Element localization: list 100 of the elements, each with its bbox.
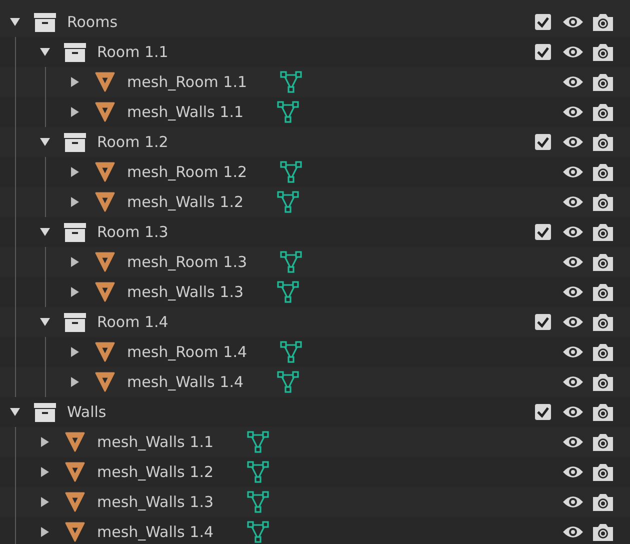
checkbox[interactable] [535,44,551,60]
collapse-arrow-icon[interactable] [40,47,50,57]
item-name[interactable]: mesh_Room 1.1 [127,73,247,91]
expand-arrow-icon[interactable] [70,257,80,267]
camera-icon[interactable] [593,463,613,481]
expand-arrow-icon[interactable] [70,167,80,177]
item-name[interactable]: mesh_Walls 1.4 [97,523,214,541]
item-name[interactable]: mesh_Walls 1.1 [97,433,214,451]
expand-arrow-icon[interactable] [40,497,50,507]
triangle-icon [94,251,116,273]
camera-icon[interactable] [593,103,613,121]
item-name[interactable]: Room 1.4 [97,313,168,331]
eye-icon[interactable] [563,225,583,239]
mesh-data-icon[interactable] [276,280,300,304]
triangle-icon [94,371,116,393]
eye-icon[interactable] [563,45,583,59]
triangle-icon [94,71,116,93]
checkbox[interactable] [535,14,551,30]
checkbox[interactable] [535,404,551,420]
mesh-data-icon[interactable] [276,100,300,124]
camera-icon[interactable] [593,223,613,241]
item-name[interactable]: mesh_Room 1.4 [127,343,247,361]
item-name[interactable]: mesh_Room 1.3 [127,253,247,271]
eye-icon[interactable] [563,165,583,179]
item-name[interactable]: Room 1.1 [97,43,168,61]
expand-arrow-icon[interactable] [70,287,80,297]
checkbox[interactable] [535,134,551,150]
triangle-icon [94,191,116,213]
eye-icon[interactable] [563,15,583,29]
box-icon [64,312,86,332]
eye-icon[interactable] [563,465,583,479]
eye-icon[interactable] [563,525,583,539]
eye-icon[interactable] [563,285,583,299]
box-icon [34,12,56,32]
camera-icon[interactable] [593,283,613,301]
mesh-data-icon[interactable] [276,370,300,394]
mesh-data-icon[interactable] [246,430,270,454]
eye-icon[interactable] [563,75,583,89]
mesh-data-icon[interactable] [246,460,270,484]
eye-icon[interactable] [563,315,583,329]
expand-arrow-icon[interactable] [40,437,50,447]
expand-arrow-icon[interactable] [70,377,80,387]
camera-icon[interactable] [593,253,613,271]
item-name[interactable]: Room 1.3 [97,223,168,241]
eye-icon[interactable] [563,405,583,419]
eye-icon[interactable] [563,255,583,269]
item-name[interactable]: mesh_Room 1.2 [127,163,247,181]
box-icon [64,222,86,242]
camera-icon[interactable] [593,163,613,181]
eye-icon[interactable] [563,135,583,149]
camera-icon[interactable] [593,313,613,331]
triangle-icon [64,521,86,543]
camera-icon[interactable] [593,403,613,421]
expand-arrow-icon[interactable] [70,347,80,357]
item-name[interactable]: mesh_Walls 1.1 [127,103,244,121]
camera-icon[interactable] [593,43,613,61]
eye-icon[interactable] [563,105,583,119]
triangle-icon [94,101,116,123]
expand-arrow-icon[interactable] [40,467,50,477]
collapse-arrow-icon[interactable] [10,407,20,417]
item-name[interactable]: mesh_Walls 1.4 [127,373,244,391]
eye-icon[interactable] [563,195,583,209]
item-name[interactable]: Walls [67,403,106,421]
collapse-arrow-icon[interactable] [40,227,50,237]
mesh-data-icon[interactable] [246,520,270,544]
triangle-icon [94,161,116,183]
camera-icon[interactable] [593,433,613,451]
eye-icon[interactable] [563,345,583,359]
camera-icon[interactable] [593,373,613,391]
camera-icon[interactable] [593,133,613,151]
item-name[interactable]: mesh_Walls 1.3 [127,283,244,301]
eye-icon[interactable] [563,375,583,389]
eye-icon[interactable] [563,495,583,509]
camera-icon[interactable] [593,193,613,211]
item-name[interactable]: Room 1.2 [97,133,168,151]
mesh-data-icon[interactable] [279,70,303,94]
camera-icon[interactable] [593,493,613,511]
camera-icon[interactable] [593,343,613,361]
mesh-data-icon[interactable] [246,490,270,514]
expand-arrow-icon[interactable] [70,107,80,117]
checkbox[interactable] [535,314,551,330]
camera-icon[interactable] [593,523,613,541]
collapse-arrow-icon[interactable] [10,17,20,27]
expand-arrow-icon[interactable] [70,77,80,87]
camera-icon[interactable] [593,13,613,31]
mesh-data-icon[interactable] [279,250,303,274]
mesh-data-icon[interactable] [279,340,303,364]
expand-arrow-icon[interactable] [40,527,50,537]
mesh-data-icon[interactable] [276,190,300,214]
item-name[interactable]: mesh_Walls 1.3 [97,493,214,511]
checkbox[interactable] [535,224,551,240]
mesh-data-icon[interactable] [279,160,303,184]
expand-arrow-icon[interactable] [70,197,80,207]
item-name[interactable]: Rooms [67,13,118,31]
camera-icon[interactable] [593,73,613,91]
collapse-arrow-icon[interactable] [40,317,50,327]
eye-icon[interactable] [563,435,583,449]
item-name[interactable]: mesh_Walls 1.2 [97,463,214,481]
collapse-arrow-icon[interactable] [40,137,50,147]
item-name[interactable]: mesh_Walls 1.2 [127,193,244,211]
